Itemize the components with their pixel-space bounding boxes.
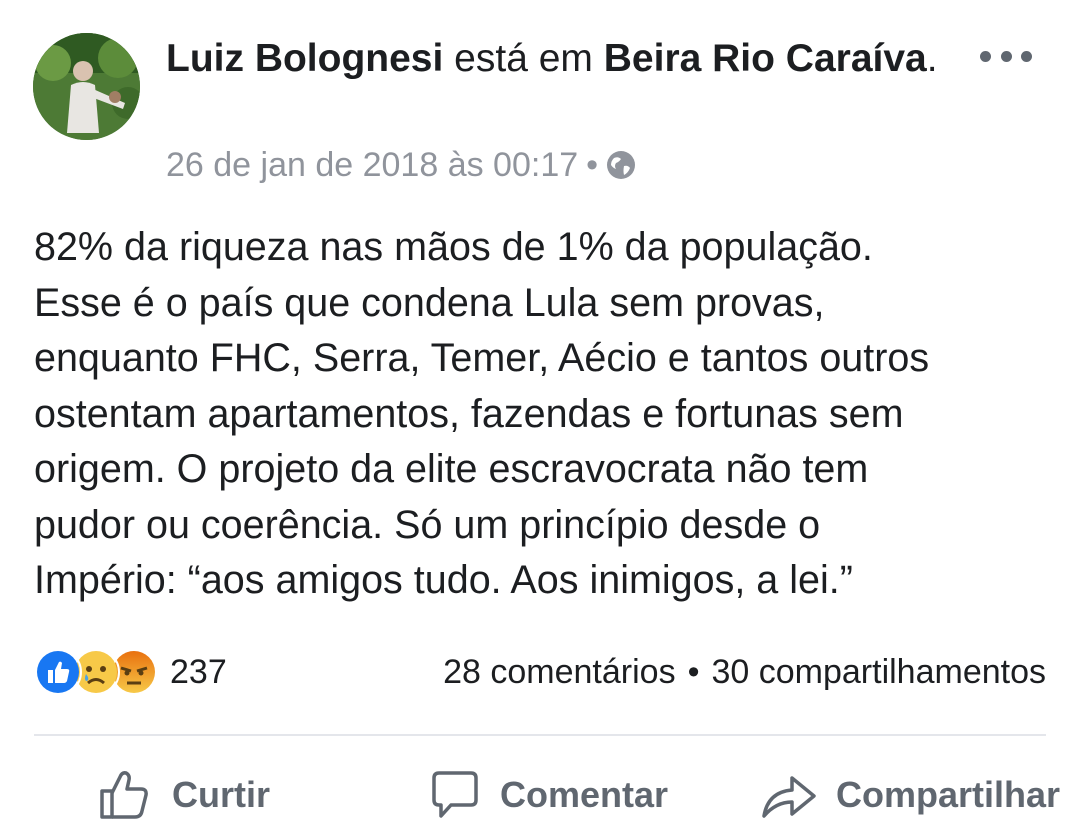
author-avatar[interactable]: [33, 33, 140, 140]
location-prefix: está em: [454, 37, 593, 80]
more-options-button[interactable]: [980, 44, 1032, 68]
like-icon: [34, 648, 82, 696]
share-label: Compartilhar: [836, 774, 1061, 815]
share-button[interactable]: Compartilhar: [760, 760, 1060, 830]
comment-button[interactable]: Comentar: [428, 760, 668, 830]
post-timestamp[interactable]: 26 de jan de 2018 às 00:17: [166, 143, 578, 187]
actions-divider: [34, 734, 1046, 736]
reaction-count: 237: [170, 652, 227, 691]
meta-separator: •: [586, 146, 599, 184]
action-bar: Curtir Comentar Compartilhar: [0, 760, 1080, 830]
comments-count[interactable]: 28 comentários: [443, 653, 675, 692]
more-dots-icon: [980, 50, 991, 62]
share-arrow-icon: [762, 776, 816, 818]
post-body-text: 82% da riqueza nas mãos de 1% da populaç…: [34, 225, 930, 602]
stats-separator: •: [687, 652, 700, 691]
comment-label: Comentar: [500, 774, 669, 815]
post-meta: 26 de jan de 2018 às 00:17 •: [166, 143, 636, 187]
like-label: Curtir: [172, 774, 270, 815]
thumbs-up-icon: [100, 771, 148, 819]
location-suffix: .: [926, 37, 938, 80]
author-name[interactable]: Luiz Bolognesi: [166, 37, 443, 80]
engagement-stats: 28 comentários • 30 compartilhamentos: [443, 648, 1046, 696]
globe-icon: [607, 151, 636, 179]
avatar-image: [33, 33, 140, 140]
reactions-summary[interactable]: 237: [34, 648, 227, 696]
comment-bubble-icon: [432, 771, 478, 818]
post-header-text: Luiz Bolognesi está em Beira Rio Caraíva…: [166, 34, 966, 84]
location-name[interactable]: Beira Rio Caraíva: [604, 37, 927, 80]
shares-count[interactable]: 30 compartilhamentos: [711, 653, 1046, 692]
like-button[interactable]: Curtir: [98, 760, 270, 830]
